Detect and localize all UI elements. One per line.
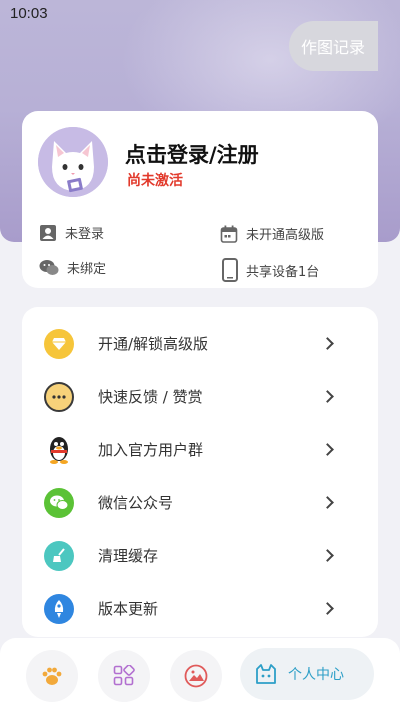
cat-avatar-icon xyxy=(38,127,108,197)
paw-icon xyxy=(42,667,62,685)
login-register-link[interactable]: 点击登录/注册 xyxy=(125,139,259,169)
nav-home[interactable] xyxy=(26,650,78,702)
chevron-right-icon xyxy=(321,496,334,509)
wechat-icon xyxy=(44,487,74,518)
chevron-right-icon xyxy=(321,602,334,615)
nav-gallery[interactable] xyxy=(170,650,222,702)
chat-bubble-icon xyxy=(44,381,74,412)
menu-item-label: 版本更新 xyxy=(98,600,159,618)
phone-icon xyxy=(222,258,238,282)
chevron-right-icon xyxy=(321,390,334,403)
menu-item-label: 微信公众号 xyxy=(98,494,174,512)
nav-profile[interactable]: 个人中心 xyxy=(240,648,374,700)
avatar[interactable] xyxy=(38,127,108,197)
calendar-icon xyxy=(220,225,238,243)
wechat-bind-icon xyxy=(39,259,59,275)
menu-item-user-group[interactable]: 加入官方用户群 xyxy=(22,423,378,476)
history-button[interactable]: 作图记录 xyxy=(289,21,378,71)
cat-icon xyxy=(256,664,276,684)
wechat-state-label: 未绑定 xyxy=(67,262,107,277)
rocket-icon xyxy=(44,593,74,624)
menu-item-wechat-account[interactable]: 微信公众号 xyxy=(22,476,378,529)
wechat-state: 未绑定 xyxy=(39,258,106,277)
grid-apps-icon xyxy=(113,665,135,686)
image-icon xyxy=(184,664,208,688)
chevron-right-icon xyxy=(321,443,334,456)
nav-profile-label: 个人中心 xyxy=(288,667,344,683)
diamond-icon xyxy=(44,328,74,359)
bottom-nav: 个人中心 xyxy=(0,638,400,711)
profile-card[interactable]: 点击登录/注册 尚未激活 未登录 未开通高级版 未绑定 共享设备1台 xyxy=(22,111,378,288)
chevron-right-icon xyxy=(321,549,334,562)
menu-item-label: 开通/解锁高级版 xyxy=(98,335,209,353)
broom-icon xyxy=(44,540,74,571)
device-count: 共享设备1台 xyxy=(222,258,319,282)
menu-item-version-update[interactable]: 版本更新 xyxy=(22,582,378,635)
login-state-label: 未登录 xyxy=(65,227,105,242)
status-time: 10:03 xyxy=(10,5,48,22)
menu-item-label: 清理缓存 xyxy=(98,547,159,565)
activation-status: 尚未激活 xyxy=(127,173,183,189)
menu-card: 开通/解锁高级版 快速反馈 / 赞赏 加入官方用户群 微信公众号 清理缓存 版本… xyxy=(22,307,378,637)
user-card-icon xyxy=(40,224,56,241)
device-count-label: 共享设备1台 xyxy=(246,264,320,280)
login-state: 未登录 xyxy=(39,223,104,242)
premium-state-label: 未开通高级版 xyxy=(246,228,325,243)
menu-item-premium[interactable]: 开通/解锁高级版 xyxy=(22,317,378,370)
menu-item-clear-cache[interactable]: 清理缓存 xyxy=(22,529,378,582)
qq-penguin-icon xyxy=(44,435,74,465)
menu-item-label: 加入官方用户群 xyxy=(98,441,204,459)
chevron-right-icon xyxy=(321,337,334,350)
nav-tools[interactable] xyxy=(98,650,150,702)
menu-item-label: 快速反馈 / 赞赏 xyxy=(98,388,203,406)
menu-item-feedback[interactable]: 快速反馈 / 赞赏 xyxy=(22,370,378,423)
premium-state: 未开通高级版 xyxy=(220,224,324,243)
